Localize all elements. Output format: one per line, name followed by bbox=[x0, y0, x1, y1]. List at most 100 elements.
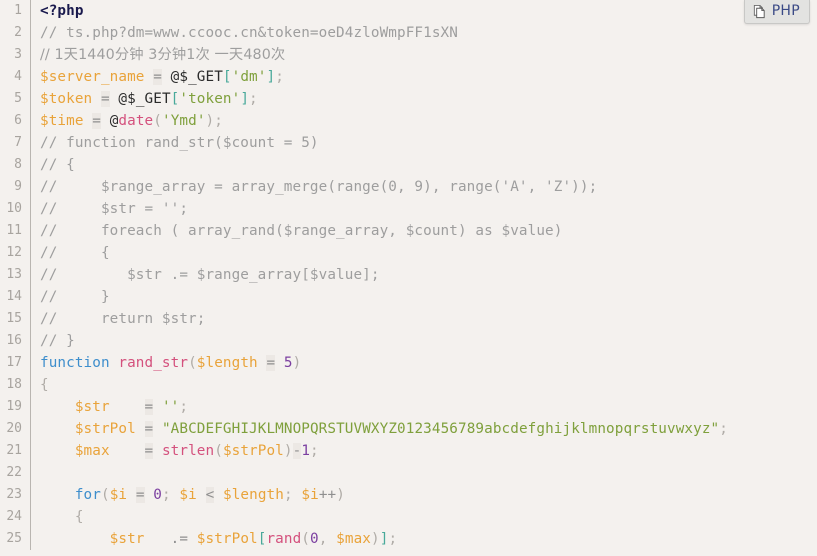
line-code: // { bbox=[40, 157, 75, 173]
code-line: 20 $strPol = "ABCDEFGHIJKLMNOPQRSTUVWXYZ… bbox=[0, 418, 817, 440]
code-line: 15 // return $str; bbox=[0, 308, 817, 330]
code-line: 21 $max = strlen($strPol)-1; bbox=[0, 440, 817, 462]
line-code: $time = @date('Ymd'); bbox=[40, 113, 223, 129]
code-line: 17 function rand_str($length = 5) bbox=[0, 352, 817, 374]
code-line: 11 // foreach ( array_rand($range_array,… bbox=[0, 220, 817, 242]
code-line: 22 bbox=[0, 462, 817, 484]
code-line: 12 // { bbox=[0, 242, 817, 264]
line-code: // } bbox=[40, 333, 75, 349]
code-line: 19 $str = ''; bbox=[0, 396, 817, 418]
gutter-divider bbox=[30, 66, 31, 88]
gutter-divider bbox=[30, 286, 31, 308]
line-number: 20 bbox=[6, 421, 22, 436]
line-code: $str = ''; bbox=[74, 399, 189, 415]
gutter-divider bbox=[30, 396, 31, 418]
line-number: 24 bbox=[6, 509, 22, 524]
line-number: 4 bbox=[14, 69, 22, 84]
gutter-divider bbox=[30, 176, 31, 198]
gutter-divider bbox=[30, 352, 31, 374]
code-line: 24 { bbox=[0, 506, 817, 528]
gutter-divider bbox=[30, 528, 31, 550]
line-number: 25 bbox=[6, 531, 22, 546]
line-number: 1 bbox=[14, 3, 22, 18]
gutter-divider bbox=[30, 308, 31, 330]
line-number: 10 bbox=[6, 201, 22, 216]
copy-files-icon bbox=[752, 4, 767, 19]
code-line: 10 // $str = ''; bbox=[0, 198, 817, 220]
code-line: 6 $time = @date('Ymd'); bbox=[0, 110, 817, 132]
line-code: // 1天1440分钟 3分钟1次 一天480次 bbox=[40, 47, 286, 63]
line-code: // foreach ( array_rand($range_array, $c… bbox=[40, 223, 563, 239]
gutter-divider bbox=[30, 110, 31, 132]
line-code: { bbox=[40, 377, 49, 393]
line-code: $server_name = @$_GET['dm']; bbox=[40, 69, 284, 85]
line-number: 9 bbox=[14, 179, 22, 194]
line-number: 22 bbox=[6, 465, 22, 480]
line-number: 18 bbox=[6, 377, 22, 392]
code-line: 2 // ts.php?dm=www.ccooc.cn&token=oeD4zl… bbox=[0, 22, 817, 44]
gutter-divider bbox=[30, 440, 31, 462]
gutter-divider bbox=[30, 330, 31, 352]
gutter-divider bbox=[30, 264, 31, 286]
line-number: 5 bbox=[14, 91, 22, 106]
gutter-divider bbox=[30, 374, 31, 396]
line-code: $str .= $strPol[rand(0, $max)]; bbox=[109, 531, 398, 547]
gutter-divider bbox=[30, 242, 31, 264]
gutter-divider bbox=[30, 418, 31, 440]
line-code: // $range_array = array_merge(range(0, 9… bbox=[40, 179, 598, 195]
gutter-divider bbox=[30, 44, 31, 66]
line-number: 6 bbox=[14, 113, 22, 128]
code-line: 5 $token = @$_GET['token']; bbox=[0, 88, 817, 110]
code-line: 14 // } bbox=[0, 286, 817, 308]
code-content[interactable]: 1 <?php 2 // ts.php?dm=www.ccooc.cn&toke… bbox=[0, 0, 817, 556]
line-code: // ts.php?dm=www.ccooc.cn&token=oeD4zloW… bbox=[40, 25, 458, 41]
code-line: 4 $server_name = @$_GET['dm']; bbox=[0, 66, 817, 88]
line-code: $max = strlen($strPol)-1; bbox=[74, 443, 319, 459]
line-code: // function rand_str($count = 5) bbox=[40, 135, 319, 151]
line-code: // return $str; bbox=[40, 311, 206, 327]
line-number: 13 bbox=[6, 267, 22, 282]
code-line: 3 // 1天1440分钟 3分钟1次 一天480次 bbox=[0, 44, 817, 66]
line-number: 19 bbox=[6, 399, 22, 414]
line-code: // { bbox=[40, 245, 110, 261]
gutter-divider bbox=[30, 88, 31, 110]
code-line: 23 for($i = 0; $i < $length; $i++) bbox=[0, 484, 817, 506]
line-code: // $str .= $range_array[$value]; bbox=[40, 267, 380, 283]
line-number: 17 bbox=[6, 355, 22, 370]
gutter-divider bbox=[30, 0, 31, 22]
code-line: 18 { bbox=[0, 374, 817, 396]
line-number: 21 bbox=[6, 443, 22, 458]
code-line: 8 // { bbox=[0, 154, 817, 176]
gutter-divider bbox=[30, 506, 31, 528]
line-code: $token = @$_GET['token']; bbox=[40, 91, 258, 107]
code-line: 1 <?php bbox=[0, 0, 817, 22]
line-number: 11 bbox=[6, 223, 22, 238]
language-label: PHP bbox=[771, 3, 800, 19]
line-number: 15 bbox=[6, 311, 22, 326]
line-code: { bbox=[40, 509, 84, 525]
line-number: 3 bbox=[14, 47, 22, 62]
line-code: $strPol = "ABCDEFGHIJKLMNOPQRSTUVWXYZ012… bbox=[74, 421, 728, 437]
gutter-divider bbox=[30, 132, 31, 154]
line-code: // } bbox=[40, 289, 110, 305]
code-line: 9 // $range_array = array_merge(range(0,… bbox=[0, 176, 817, 198]
code-line: 25 $str .= $strPol[rand(0, $max)]; bbox=[0, 528, 817, 550]
language-badge[interactable]: PHP bbox=[743, 0, 810, 24]
line-number: 23 bbox=[6, 487, 22, 502]
line-number: 12 bbox=[6, 245, 22, 260]
gutter-divider bbox=[30, 22, 31, 44]
code-viewer: 1 <?php 2 // ts.php?dm=www.ccooc.cn&toke… bbox=[0, 0, 817, 556]
code-line: 16 // } bbox=[0, 330, 817, 352]
line-number: 16 bbox=[6, 333, 22, 348]
gutter-divider bbox=[30, 198, 31, 220]
gutter-divider bbox=[30, 154, 31, 176]
gutter-divider bbox=[30, 462, 31, 484]
line-number: 8 bbox=[14, 157, 22, 172]
line-number: 7 bbox=[14, 135, 22, 150]
line-number: 2 bbox=[14, 25, 22, 40]
gutter-divider bbox=[30, 220, 31, 242]
line-code: // $str = ''; bbox=[40, 201, 189, 217]
line-code: for($i = 0; $i < $length; $i++) bbox=[74, 487, 345, 503]
line-number: 14 bbox=[6, 289, 22, 304]
gutter-divider bbox=[30, 484, 31, 506]
